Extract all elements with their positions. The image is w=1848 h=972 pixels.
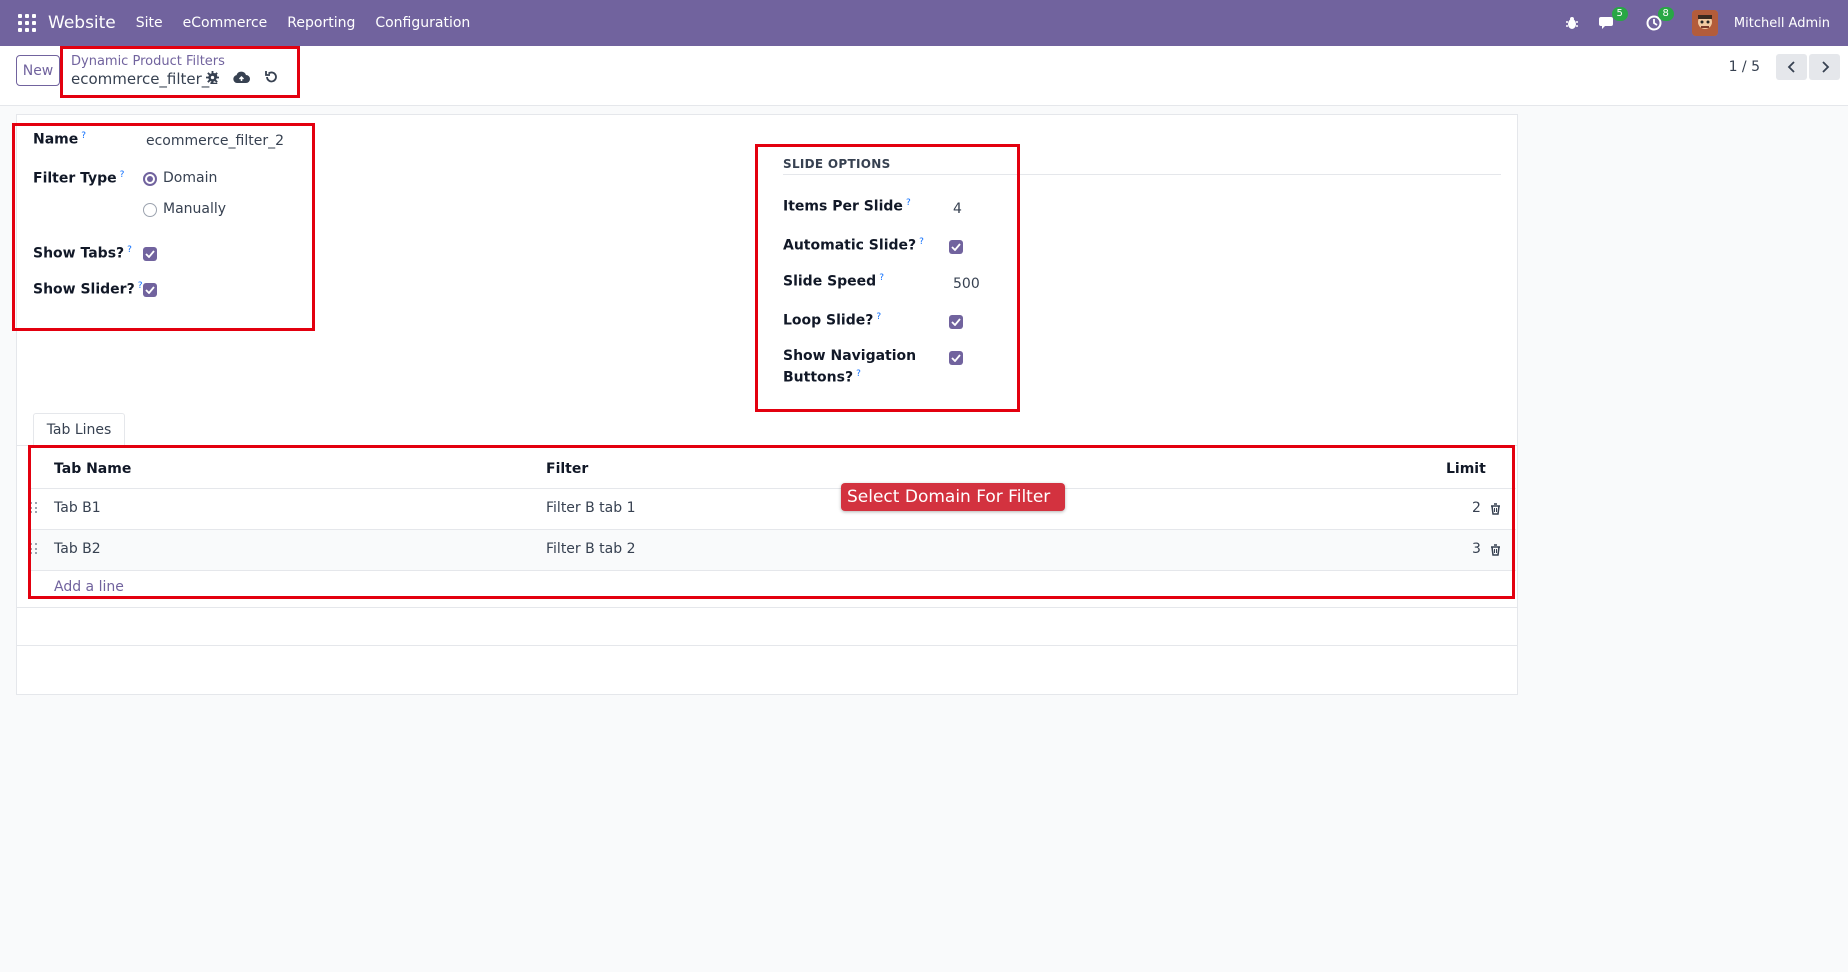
filter-type-manually-radio[interactable] (143, 203, 157, 217)
record-actions (206, 70, 278, 88)
pager-previous-button[interactable] (1776, 54, 1807, 80)
show-slider-checkbox[interactable] (143, 283, 157, 297)
avatar[interactable] (1691, 10, 1718, 36)
trash-icon[interactable] (1490, 503, 1501, 519)
check-icon (951, 243, 961, 251)
table-row-1-filter[interactable]: Filter B tab 1 (546, 500, 636, 516)
table-row-2-filter[interactable]: Filter B tab 2 (546, 541, 636, 557)
group-separator (783, 174, 1501, 175)
check-icon (951, 318, 961, 326)
show-tabs-checkbox[interactable] (143, 247, 157, 261)
filter-type-domain-radio[interactable] (143, 172, 157, 186)
table-footer-divider (16, 607, 1518, 608)
breadcrumb[interactable]: Dynamic Product Filters (71, 54, 225, 69)
show-slider-label: Show Slider?? (33, 281, 143, 298)
new-button[interactable]: New (16, 55, 60, 86)
user-name[interactable]: Mitchell Admin (1734, 16, 1830, 31)
top-navbar: Website Site eCommerce Reporting Configu… (0, 0, 1848, 46)
record-name: ecommerce_filter_2 (71, 70, 219, 88)
bug-icon[interactable] (1562, 13, 1582, 33)
menu-reporting[interactable]: Reporting (287, 15, 355, 31)
discard-icon[interactable] (264, 70, 278, 88)
header-divider (30, 488, 1516, 489)
show-navigation-label-cont: Buttons?? (783, 369, 861, 386)
automatic-slide-label: Automatic Slide?? (783, 237, 924, 254)
filter-type-manually-label[interactable]: Manually (163, 201, 226, 217)
loop-slide-checkbox[interactable] (949, 315, 963, 329)
pager-value[interactable]: 1 / 5 (1729, 59, 1760, 75)
table-row-1-limit[interactable]: 2 (1472, 500, 1481, 516)
systray: 5 8 Mitchell Admin (1562, 0, 1830, 46)
drag-handle-icon[interactable] (30, 502, 38, 514)
table-row-2-tab-name[interactable]: Tab B2 (54, 541, 101, 557)
slide-speed-label: Slide Speed? (783, 273, 884, 290)
pager-next-button[interactable] (1809, 54, 1840, 80)
name-label: Name? (33, 131, 87, 148)
add-line-link[interactable]: Add a line (54, 579, 124, 595)
menu-ecommerce[interactable]: eCommerce (183, 15, 268, 31)
menu-site[interactable]: Site (136, 15, 163, 31)
items-per-slide-label: Items Per Slide? (783, 198, 911, 215)
table-row-2-limit[interactable]: 3 (1472, 541, 1481, 557)
column-header-filter[interactable]: Filter (546, 461, 588, 477)
control-panel: New Dynamic Product Filters ecommerce_fi… (0, 46, 1848, 106)
show-navigation-checkbox[interactable] (949, 351, 963, 365)
app-name[interactable]: Website (48, 13, 116, 33)
chat-icon[interactable]: 5 (1598, 7, 1628, 33)
apps-grid-icon[interactable] (18, 14, 36, 32)
column-header-limit[interactable]: Limit (1446, 461, 1486, 477)
drag-handle-icon[interactable] (30, 543, 38, 555)
slide-options-title: SLIDE OPTIONS (783, 157, 891, 171)
table-row-1-tab-name[interactable]: Tab B1 (54, 500, 101, 516)
annotation-tooltip: Select Domain For Filter (841, 483, 1065, 511)
row-divider (30, 570, 1516, 571)
show-navigation-label: Show Navigation (783, 348, 917, 364)
slide-speed-field[interactable]: 500 (953, 276, 980, 292)
form-bottom-divider (16, 645, 1518, 646)
filter-type-domain-label[interactable]: Domain (163, 170, 217, 186)
show-tabs-label: Show Tabs?? (33, 245, 132, 262)
check-icon (951, 354, 961, 362)
clock-icon[interactable]: 8 (1644, 7, 1674, 33)
notebook-divider (16, 445, 1518, 446)
check-icon (145, 286, 155, 294)
name-field[interactable]: ecommerce_filter_2 (146, 133, 284, 149)
trash-icon[interactable] (1490, 544, 1501, 560)
activities-badge: 8 (1657, 7, 1674, 21)
row-stripe (30, 530, 1516, 570)
cloud-save-icon[interactable] (233, 71, 250, 88)
chevron-right-icon (1821, 61, 1829, 73)
column-header-tab-name[interactable]: Tab Name (54, 461, 131, 477)
gear-icon[interactable] (206, 70, 219, 88)
loop-slide-label: Loop Slide?? (783, 312, 882, 329)
items-per-slide-field[interactable]: 4 (953, 201, 962, 217)
check-icon (145, 250, 155, 258)
automatic-slide-checkbox[interactable] (949, 240, 963, 254)
filter-type-label: Filter Type? (33, 170, 125, 187)
tab-tab-lines[interactable]: Tab Lines (33, 413, 125, 446)
chevron-left-icon (1787, 61, 1795, 73)
menu-configuration[interactable]: Configuration (375, 15, 470, 31)
messages-badge: 5 (1611, 7, 1628, 21)
row-divider (30, 529, 1516, 530)
